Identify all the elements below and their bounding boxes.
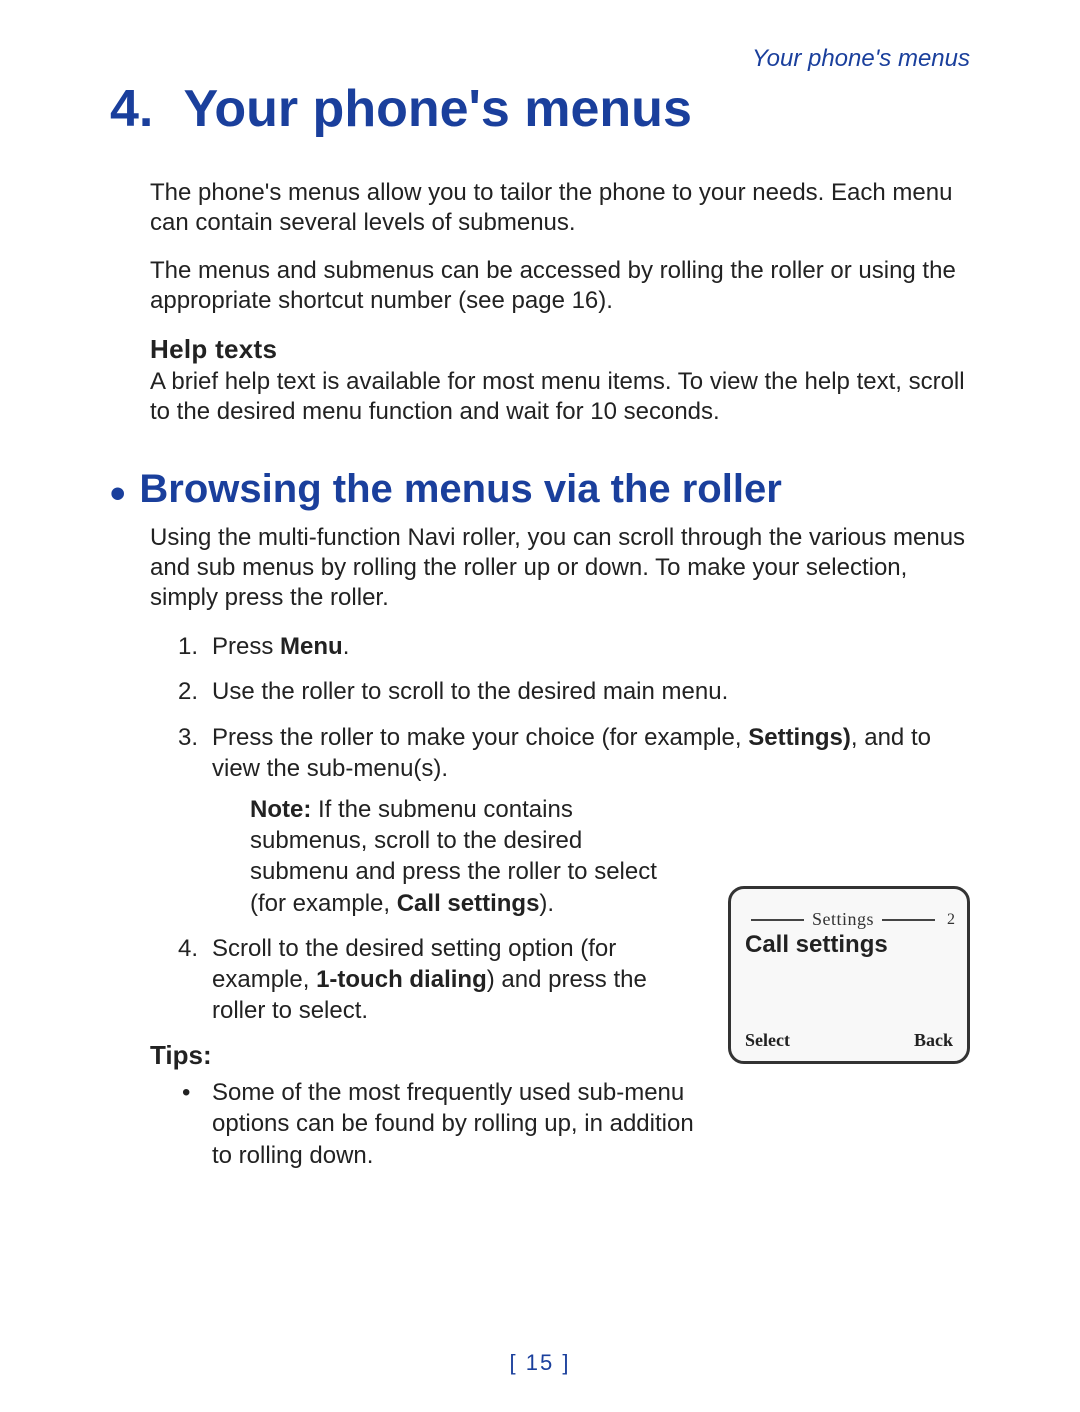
browsing-intro: Using the multi-function Navi roller, yo… <box>150 523 970 613</box>
note-label: Note: <box>250 796 311 823</box>
step-1-bold: Menu <box>280 633 343 660</box>
step-number: 3. <box>178 722 198 753</box>
phone-screen: Settings 2 Call settings Select Back <box>728 886 970 1064</box>
chapter-title: 4. Your phone's menus <box>110 81 970 138</box>
bullet-icon <box>110 467 139 511</box>
screen-menu-item: Call settings <box>745 931 888 959</box>
tip-item: Some of the most frequently used sub-men… <box>178 1077 970 1171</box>
page-number-value: 15 <box>526 1350 554 1375</box>
section-browsing-title: Browsing the menus via the roller <box>110 467 970 511</box>
step-4-bold: 1-touch dialing <box>316 966 487 993</box>
bracket-left-icon: [ <box>510 1350 526 1375</box>
note-block: Note: If the submenu contains submenus, … <box>250 794 680 919</box>
help-texts-heading: Help texts <box>150 334 970 365</box>
screen-header-label: Settings <box>812 909 874 930</box>
phone-screen-figure: Settings 2 Call settings Select Back <box>728 886 970 1064</box>
help-texts-body: A brief help text is available for most … <box>150 367 970 427</box>
step-number: 2. <box>178 676 198 707</box>
note-body-post: ). <box>539 890 554 917</box>
chapter-number: 4. <box>110 81 170 138</box>
page-number: [ 15 ] <box>0 1350 1080 1376</box>
running-head: Your phone's menus <box>110 45 970 73</box>
step-number: 1. <box>178 631 198 662</box>
step-3-pre: Press the roller to make your choice (fo… <box>212 724 748 751</box>
step-2: 2. Use the roller to scroll to the desir… <box>178 676 970 707</box>
intro-paragraph-1: The phone's menus allow you to tailor th… <box>150 178 970 238</box>
screen-header-line: Settings 2 <box>743 909 955 930</box>
chapter-title-text: Your phone's menus <box>184 80 692 138</box>
tips-list: Some of the most frequently used sub-men… <box>178 1077 970 1171</box>
note-bold: Call settings <box>397 890 540 917</box>
line-icon <box>882 919 935 921</box>
step-3-bold: Settings) <box>748 724 851 751</box>
step-1: 1. Press Menu. <box>178 631 970 662</box>
softkey-right: Back <box>914 1030 953 1051</box>
step-1-post: . <box>343 633 350 660</box>
body-column: The phone's menus allow you to tailor th… <box>150 178 970 427</box>
step-number: 4. <box>178 933 198 964</box>
softkey-left: Select <box>745 1030 790 1051</box>
manual-page: Your phone's menus 4. Your phone's menus… <box>0 0 1080 1412</box>
intro-paragraph-2: The menus and submenus can be accessed b… <box>150 256 970 316</box>
screen-index: 2 <box>947 911 955 929</box>
step-4: 4. Scroll to the desired setting option … <box>178 933 692 1027</box>
line-icon <box>751 919 804 921</box>
section-browsing-text: Browsing the menus via the roller <box>139 467 781 511</box>
browsing-body: Using the multi-function Navi roller, yo… <box>150 523 970 1234</box>
step-1-pre: Press <box>212 633 280 660</box>
bracket-right-icon: ] <box>554 1350 570 1375</box>
step-2-text: Use the roller to scroll to the desired … <box>212 678 728 705</box>
